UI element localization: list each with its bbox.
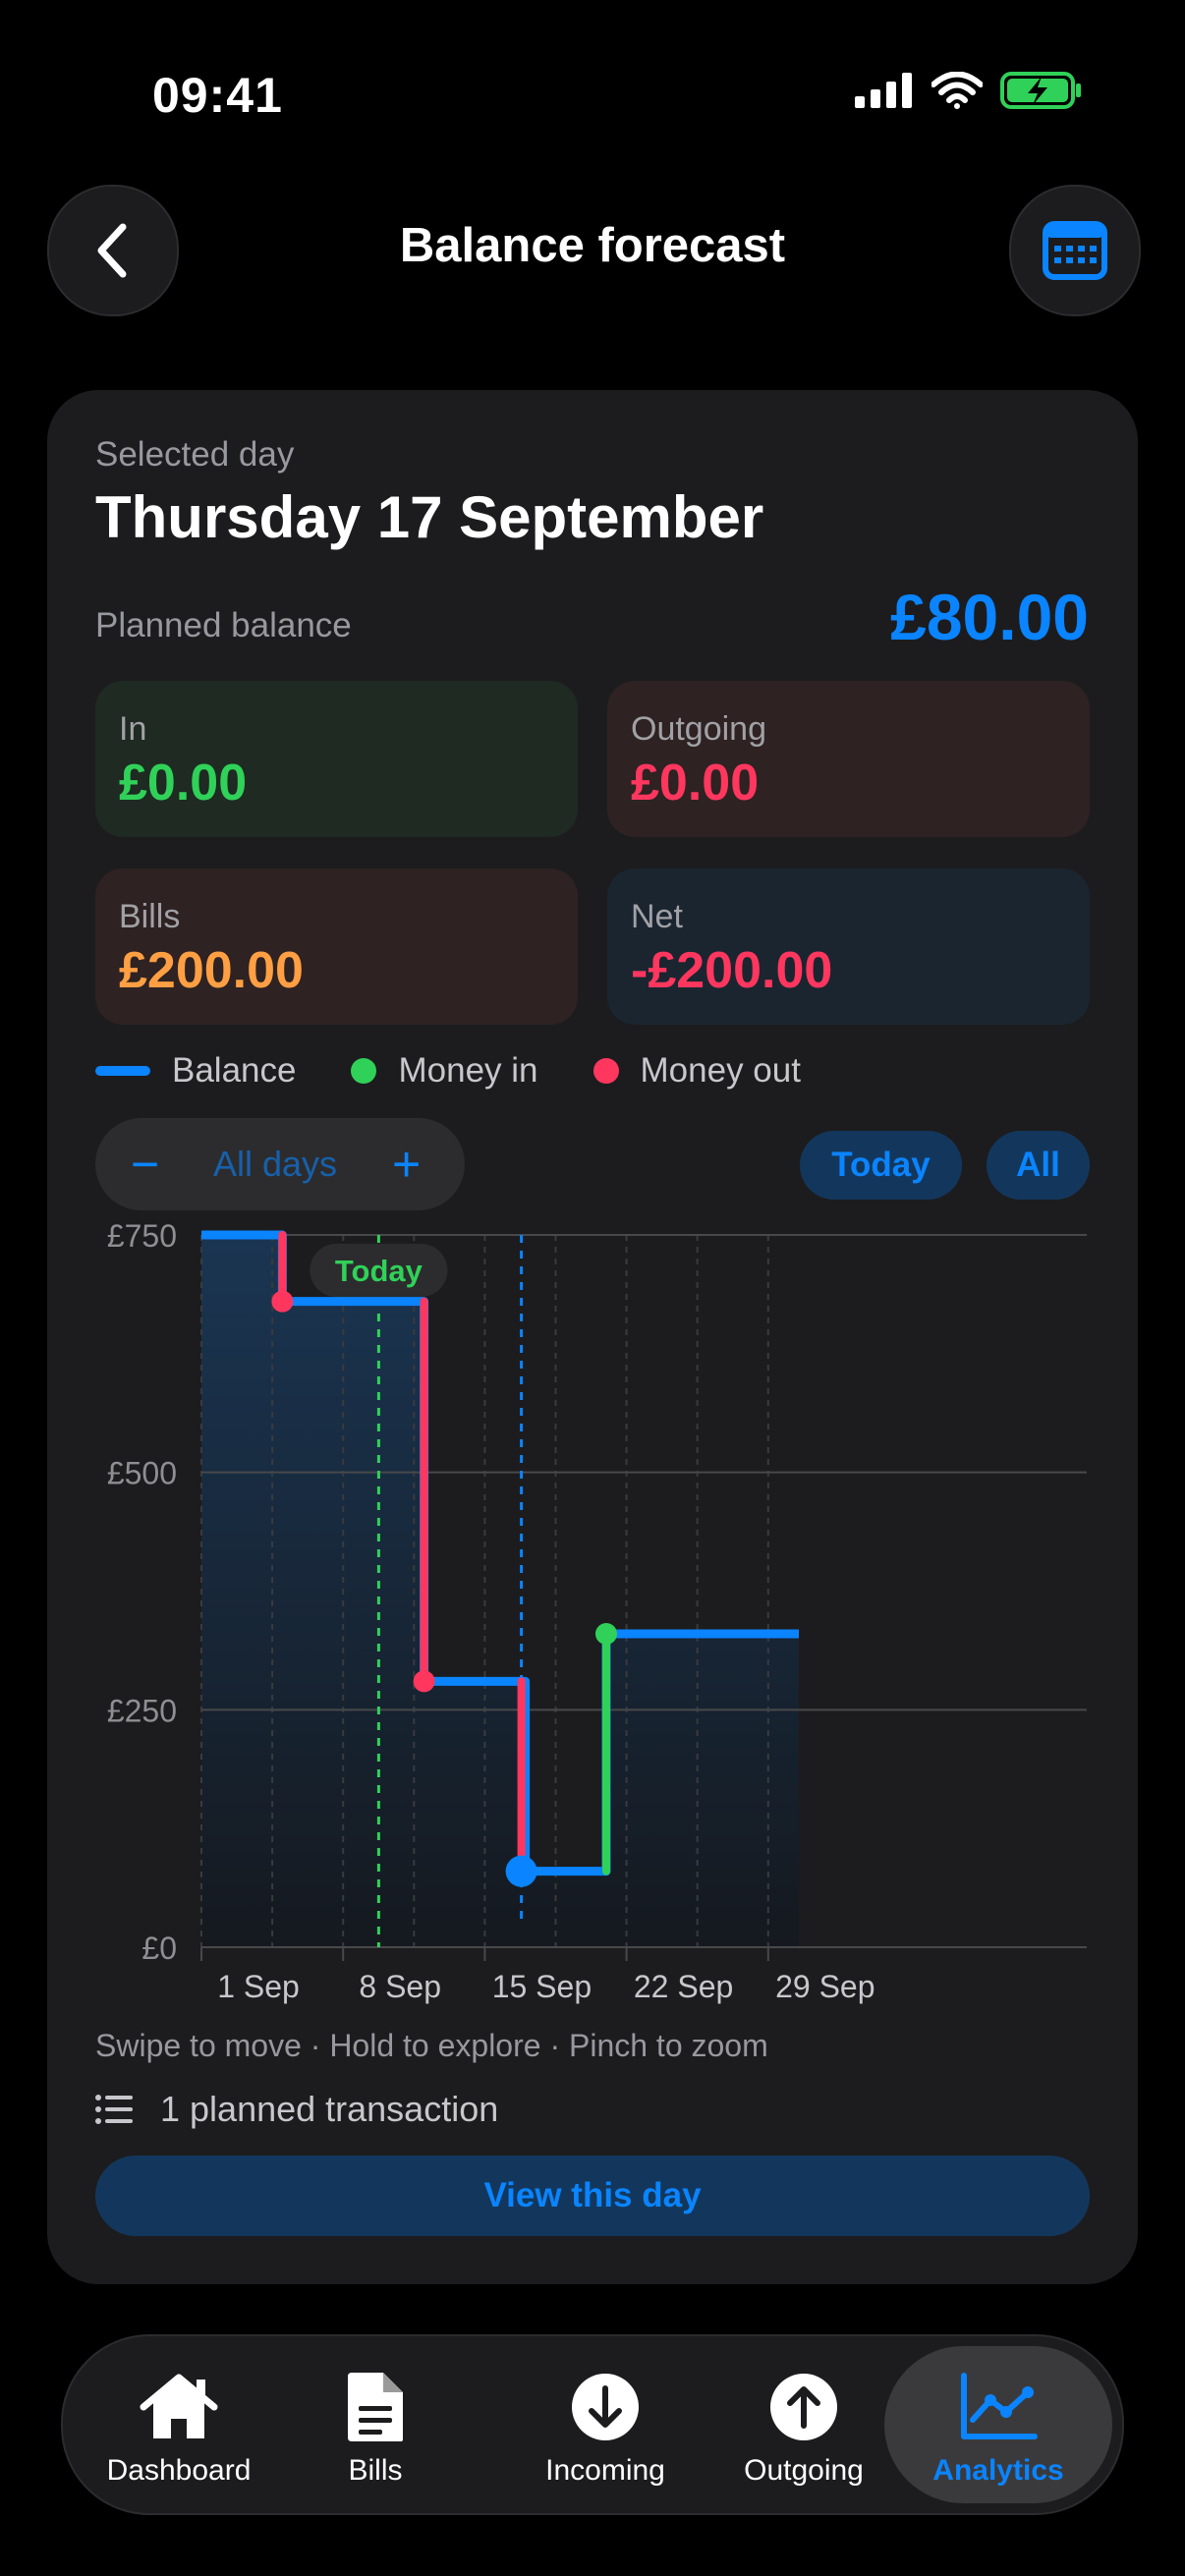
tab-analytics[interactable]: Analytics (900, 2336, 1097, 2513)
tile-bills: Bills £200.00 (95, 868, 578, 1025)
arrow-up-circle-icon (770, 2374, 837, 2440)
tile-net: Net -£200.00 (607, 868, 1090, 1025)
tab-incoming[interactable]: Incoming (517, 2336, 694, 2513)
y-tick-label: £0 (141, 1931, 177, 1966)
tile-bills-value: £200.00 (119, 942, 304, 999)
list-icon (95, 2095, 133, 2124)
page-title: Balance forecast (399, 219, 786, 272)
legend-money-in: Money in (398, 1051, 538, 1090)
range-stepper: − All days + (95, 1118, 465, 1210)
tab-dashboard[interactable]: Dashboard (81, 2336, 277, 2513)
range-label: All days (213, 1144, 338, 1184)
zoom-in-button[interactable]: + (392, 1118, 421, 1210)
tab-bills-label: Bills (348, 2454, 403, 2487)
chart-legend: Balance Money in Money out (95, 1051, 801, 1091)
status-icons (855, 71, 1083, 110)
gesture-hint: Swipe to move · Hold to explore · Pinch … (95, 2028, 768, 2063)
tile-in: In £0.00 (95, 681, 578, 837)
tile-outgoing: Outgoing £0.00 (607, 681, 1090, 837)
balance-chart[interactable]: £750 £500 £250 £0 1 Sep 8 Sep 15 Sep 22 Sep 29 S… (0, 1208, 1185, 2014)
legend-money-in-swatch (351, 1058, 377, 1084)
tab-analytics-label: Analytics (932, 2454, 1064, 2487)
tab-outgoing[interactable]: Outgoing (715, 2336, 892, 2513)
all-button[interactable]: All (987, 1131, 1090, 1200)
wifi-icon (931, 72, 983, 109)
selected-day-label: Selected day (95, 435, 295, 474)
house-icon (140, 2374, 218, 2438)
cellular-signal-icon (855, 73, 912, 108)
planned-transactions[interactable]: 1 planned transaction (95, 2089, 498, 2130)
y-tick-label: £750 (107, 1218, 177, 1254)
tab-bills[interactable]: Bills (307, 2336, 444, 2513)
legend-money-out-swatch (592, 1058, 619, 1084)
planned-balance-value: £80.00 (890, 581, 1089, 653)
calendar-icon (1043, 221, 1107, 280)
y-tick-label: £500 (107, 1456, 177, 1491)
tile-net-label: Net (631, 898, 683, 935)
status-time: 09:41 (152, 68, 283, 123)
x-tick-label: 29 Sep (775, 1969, 875, 2004)
tab-bar: Dashboard Bills Incoming Outgoing Analyt… (61, 2334, 1124, 2515)
planned-transactions-label: 1 planned transaction (160, 2089, 499, 2129)
tile-net-value: -£200.00 (631, 942, 833, 999)
selected-date: Thursday 17 September (95, 484, 764, 550)
x-tick-label: 8 Sep (359, 1969, 441, 2004)
tile-outgoing-label: Outgoing (631, 710, 766, 748)
tab-outgoing-label: Outgoing (744, 2454, 864, 2487)
tile-in-value: £0.00 (119, 755, 248, 812)
balance-area (201, 1235, 799, 1947)
event-in-point (595, 1623, 617, 1645)
today-marker-label: Today (335, 1254, 423, 1288)
x-tick-label: 22 Sep (634, 1969, 733, 2004)
tab-dashboard-label: Dashboard (106, 2454, 252, 2487)
legend-balance-swatch (95, 1066, 150, 1076)
selected-point (505, 1855, 537, 1887)
event-out-point (413, 1670, 435, 1693)
today-button[interactable]: Today (800, 1131, 962, 1200)
tile-bills-label: Bills (119, 898, 181, 935)
x-tick-label: 15 Sep (492, 1969, 592, 2004)
zoom-out-button[interactable]: − (131, 1118, 159, 1210)
planned-balance-label: Planned balance (95, 606, 352, 644)
arrow-down-circle-icon (572, 2374, 639, 2440)
tile-in-label: In (119, 710, 147, 748)
chart-line-icon (961, 2373, 1038, 2439)
view-this-day-button[interactable]: View this day (95, 2156, 1090, 2236)
legend-balance: Balance (172, 1051, 297, 1090)
event-out-point (271, 1290, 294, 1313)
calendar-button[interactable] (1009, 185, 1141, 316)
y-tick-label: £250 (107, 1693, 177, 1728)
document-icon (348, 2373, 403, 2441)
battery-charging-icon (1000, 72, 1081, 109)
tile-outgoing-value: £0.00 (631, 755, 760, 812)
x-tick-label: 1 Sep (217, 1969, 300, 2004)
legend-money-out: Money out (640, 1051, 801, 1090)
tab-incoming-label: Incoming (545, 2454, 665, 2487)
